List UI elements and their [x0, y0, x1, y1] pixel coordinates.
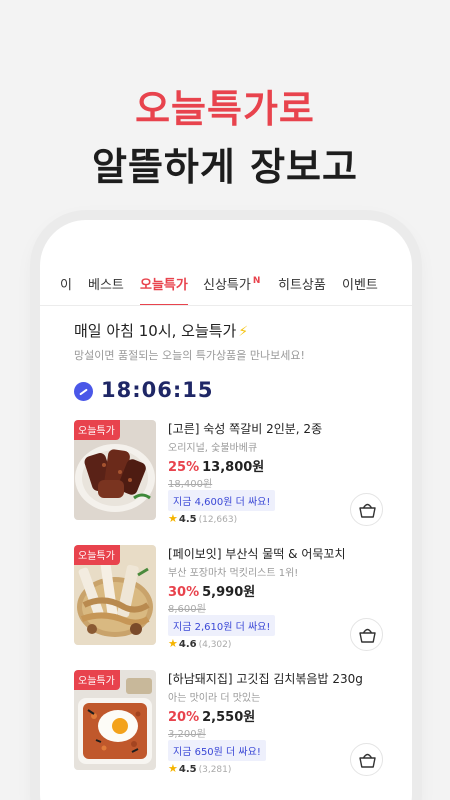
- tab-label: 이벤트: [342, 278, 378, 293]
- phone-frame: 이 베스트 오늘특가 신상특가 N 히트상품 이벤트 매일 아침 10시, 오늘특…: [40, 220, 412, 800]
- lightning-icon: ⚡: [238, 324, 249, 340]
- star-icon: ★: [168, 762, 178, 775]
- saving-label: 지금 4,600원 더 싸요!: [168, 490, 276, 511]
- new-badge: N: [252, 276, 261, 286]
- deal-badge: 오늘특가: [74, 420, 120, 440]
- star-icon: ★: [168, 512, 178, 525]
- tab-best[interactable]: 베스트: [88, 274, 124, 305]
- rating: ★4.5 (12,663): [168, 512, 237, 525]
- product-name[interactable]: [페이보잇] 부산식 물떡 & 어묵꼬치: [168, 545, 346, 562]
- add-to-cart-button[interactable]: [350, 618, 383, 651]
- shopping-basket-icon: [359, 628, 376, 643]
- sale-price: 2,550원: [202, 710, 256, 725]
- tab-hit-products[interactable]: 히트상품: [278, 274, 326, 305]
- tab-partial[interactable]: 이: [60, 274, 72, 305]
- product-image-kimchi-fried-rice[interactable]: 오늘특가: [74, 670, 156, 770]
- discount-rate: 25%: [168, 460, 200, 475]
- rating: ★4.5 (3,281): [168, 762, 231, 775]
- tab-new-deal[interactable]: 신상특가 N: [203, 274, 261, 305]
- app-screen: 이 베스트 오늘특가 신상특가 N 히트상품 이벤트 매일 아침 10시, 오늘특…: [40, 220, 412, 800]
- promo-headline: 알뜰하게 장보고: [92, 145, 358, 189]
- deal-badge: 오늘특가: [74, 670, 120, 690]
- tab-label: 베스트: [88, 278, 124, 293]
- product-name[interactable]: [고른] 숙성 쪽갈비 2인분, 2종: [168, 420, 322, 437]
- product-card[interactable]: 오늘특가 [하남돼지집] 고깃집 김치볶음밥 230g 아는 맛이라 더 맛있는…: [74, 670, 394, 780]
- tab-event[interactable]: 이벤트: [342, 274, 378, 305]
- rating: ★4.6 (4,302): [168, 637, 231, 650]
- tab-label: 신상특가: [203, 278, 251, 293]
- price-row: 20% 2,550원: [168, 706, 255, 725]
- shopping-basket-icon: [359, 753, 376, 768]
- discount-rate: 30%: [168, 585, 200, 600]
- star-icon: ★: [168, 637, 178, 650]
- product-image-grilled-ribs[interactable]: 오늘특가: [74, 420, 156, 520]
- product-card[interactable]: 오늘특가 [고른] 숙성 쪽갈비 2인분, 2종 오리지널, 숯불바베큐 25%…: [74, 420, 394, 530]
- original-price: 3,200원: [168, 729, 206, 740]
- rating-score: 4.5: [178, 764, 197, 775]
- add-to-cart-button[interactable]: [350, 493, 383, 526]
- review-count: (3,281): [198, 765, 232, 775]
- saving-label: 지금 650원 더 싸요!: [168, 740, 266, 761]
- product-name[interactable]: [하남돼지집] 고깃집 김치볶음밥 230g: [168, 670, 363, 687]
- clock-icon: [74, 382, 93, 401]
- product-description: 부산 포장마차 먹킷리스트 1위!: [168, 568, 299, 579]
- tab-label: 히트상품: [278, 278, 326, 293]
- original-price: 8,600원: [168, 604, 206, 615]
- tab-today-deal[interactable]: 오늘특가: [140, 274, 188, 305]
- sale-price: 5,990원: [202, 585, 256, 600]
- tab-label: 이: [60, 278, 72, 293]
- tab-label: 오늘특가: [140, 278, 188, 293]
- section-title-text: 매일 아침 10시, 오늘특가: [74, 322, 237, 340]
- discount-rate: 20%: [168, 710, 200, 725]
- section-subtitle: 망설이면 품절되는 오늘의 특가상품을 만나보세요!: [74, 349, 305, 362]
- category-tabs: 이 베스트 오늘특가 신상특가 N 히트상품 이벤트: [40, 266, 412, 306]
- sale-price: 13,800원: [202, 460, 265, 475]
- product-image-rice-cake-skewers[interactable]: 오늘특가: [74, 545, 156, 645]
- deal-badge: 오늘특가: [74, 545, 120, 565]
- product-description: 오리지널, 숯불바베큐: [168, 443, 258, 454]
- price-row: 25% 13,800원: [168, 456, 264, 475]
- shopping-basket-icon: [359, 503, 376, 518]
- section-title: 매일 아침 10시, 오늘특가 ⚡: [74, 320, 248, 341]
- rating-score: 4.5: [178, 514, 197, 525]
- countdown-timer: 18:06:15: [101, 378, 214, 402]
- product-card[interactable]: 오늘특가 [페이보잇] 부산식 물떡 & 어묵꼬치 부산 포장마차 먹킷리스트 …: [74, 545, 394, 655]
- original-price: 18,400원: [168, 479, 213, 490]
- add-to-cart-button[interactable]: [350, 743, 383, 776]
- review-count: (4,302): [198, 640, 232, 650]
- rating-score: 4.6: [178, 639, 197, 650]
- product-description: 아는 맛이라 더 맛있는: [168, 693, 261, 704]
- promo-headline-accent: 오늘특가로: [135, 87, 315, 131]
- price-row: 30% 5,990원: [168, 581, 255, 600]
- saving-label: 지금 2,610원 더 싸요!: [168, 615, 276, 636]
- review-count: (12,663): [198, 515, 238, 525]
